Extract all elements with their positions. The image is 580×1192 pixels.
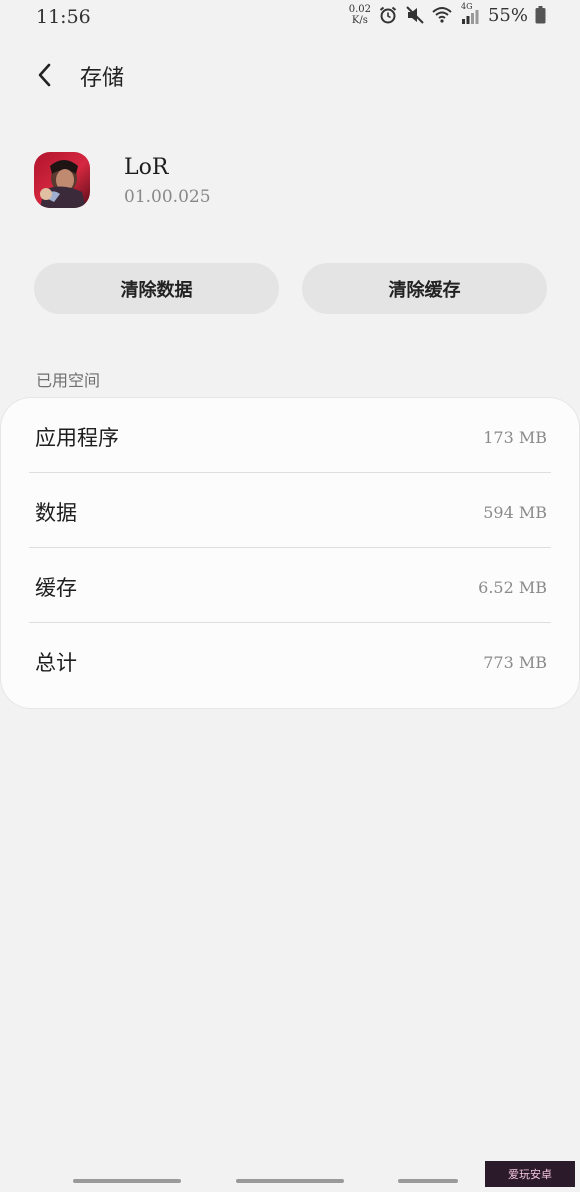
section-label-used-space: 已用空间 bbox=[36, 371, 101, 390]
nav-recents-button[interactable] bbox=[73, 1179, 181, 1183]
storage-row-data: 数据 594 MB bbox=[1, 473, 579, 548]
storage-row-label: 总计 bbox=[35, 651, 77, 675]
alarm-icon bbox=[379, 6, 397, 24]
nav-back-button[interactable] bbox=[398, 1179, 458, 1183]
header: 存储 bbox=[0, 50, 580, 100]
network-speed: 0.02 K/s bbox=[349, 4, 371, 26]
storage-row-label: 应用程序 bbox=[35, 426, 119, 450]
storage-row-value: 594 MB bbox=[483, 503, 547, 522]
watermark-logo: 爱玩安卓 bbox=[485, 1161, 575, 1187]
storage-row-value: 6.52 MB bbox=[478, 578, 547, 597]
storage-row-value: 173 MB bbox=[483, 428, 547, 447]
clear-data-button[interactable]: 清除数据 bbox=[34, 263, 279, 314]
battery-icon bbox=[535, 6, 546, 24]
game-artwork-icon bbox=[34, 152, 90, 208]
storage-card: 应用程序 173 MB 数据 594 MB 缓存 6.52 MB 总计 773 … bbox=[1, 398, 579, 708]
storage-row-cache: 缓存 6.52 MB bbox=[1, 548, 579, 623]
status-time: 11:56 bbox=[36, 6, 91, 28]
page-title: 存储 bbox=[80, 66, 125, 91]
storage-row-total: 总计 773 MB bbox=[1, 623, 579, 698]
battery-percent: 55% bbox=[487, 4, 528, 26]
storage-row-label: 缓存 bbox=[35, 576, 77, 600]
storage-row-app: 应用程序 173 MB bbox=[1, 398, 579, 473]
app-version: 01.00.025 bbox=[124, 187, 211, 207]
app-name: LoR bbox=[124, 155, 169, 180]
back-button[interactable] bbox=[28, 58, 62, 92]
signal-icon bbox=[461, 10, 479, 24]
status-icons: 0.02 K/s 4G 55% bbox=[349, 2, 546, 26]
clear-cache-button[interactable]: 清除缓存 bbox=[302, 263, 547, 314]
network-speed-unit: K/s bbox=[351, 15, 368, 26]
storage-row-label: 数据 bbox=[35, 501, 77, 525]
storage-row-value: 773 MB bbox=[483, 653, 547, 672]
cellular-signal: 4G bbox=[459, 2, 481, 25]
wifi-icon bbox=[432, 7, 452, 23]
status-bar: 11:56 0.02 K/s 4G 55% bbox=[0, 0, 580, 36]
app-icon bbox=[34, 152, 90, 208]
mute-icon bbox=[406, 6, 424, 24]
chevron-left-icon bbox=[38, 63, 51, 87]
nav-home-button[interactable] bbox=[236, 1179, 344, 1183]
network-speed-value: 0.02 bbox=[348, 4, 371, 15]
